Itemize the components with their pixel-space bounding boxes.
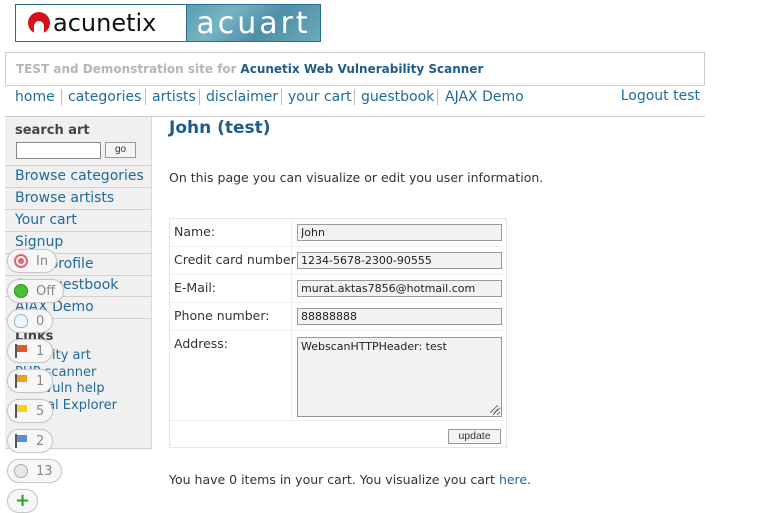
yellow-flag-icon <box>14 404 28 418</box>
update-button[interactable]: update <box>448 429 501 444</box>
badge-high[interactable]: 1 <box>7 339 54 363</box>
search-title: search art <box>15 123 90 138</box>
green-dot-icon <box>14 284 28 298</box>
bulb-icon <box>14 314 28 328</box>
logo-acuart-text: acuart <box>196 5 311 41</box>
cart-here-link[interactable]: here <box>499 472 527 487</box>
nav-separator <box>354 89 355 105</box>
tagline-bar: TEST and Demonstration site for Acunetix… <box>5 52 705 86</box>
sidebar-divider <box>5 275 151 276</box>
sidebar-divider <box>5 165 151 166</box>
form-row-phone: Phone number: <box>170 303 506 331</box>
badge-add[interactable]: + <box>7 489 39 513</box>
nav-separator <box>199 89 200 105</box>
intro-text: On this page you can visualize or edit y… <box>169 170 544 185</box>
badge-medium[interactable]: 1 <box>7 369 54 393</box>
blue-flag-icon <box>14 434 28 448</box>
tagline-prefix: TEST and Demonstration site for <box>16 62 237 76</box>
orange-flag-icon <box>14 374 28 388</box>
nav-separator <box>437 89 438 105</box>
site-logo[interactable]: acunetix acuart <box>15 4 321 42</box>
comment-icon <box>14 464 28 478</box>
nav-separator <box>145 89 146 105</box>
sidebar-item-browse-artists[interactable]: Browse artists <box>15 190 114 206</box>
badge-high-text: 1 <box>36 343 45 359</box>
cart-note-text: You have 0 items in your cart. You visua… <box>169 472 495 487</box>
email-field[interactable] <box>297 280 502 297</box>
user-info-form: Name: Credit card number: E-Mail: Phone … <box>169 218 507 448</box>
badge-info[interactable]: 0 <box>7 309 54 333</box>
sidebar-item-signup[interactable]: Signup <box>15 234 63 250</box>
logout-link[interactable]: Logout test <box>621 88 700 104</box>
phone-label: Phone number: <box>174 308 270 323</box>
cart-note: You have 0 items in your cart. You visua… <box>169 472 531 487</box>
badge-in[interactable]: In <box>7 249 58 273</box>
logo-right: acuart <box>186 5 320 41</box>
tagline-product[interactable]: Acunetix Web Vulnerability Scanner <box>240 62 483 76</box>
badge-info-text: 0 <box>36 313 45 329</box>
badge-off[interactable]: Off <box>7 279 65 303</box>
sidebar-item-browse-categories[interactable]: Browse categories <box>15 168 144 184</box>
nav-ajax-demo[interactable]: AJAX Demo <box>445 89 524 105</box>
sidebar-divider <box>5 187 151 188</box>
acunetix-logo-icon <box>28 12 50 34</box>
target-icon <box>14 254 28 268</box>
name-label: Name: <box>174 224 216 239</box>
form-row-credit-card: Credit card number: <box>170 247 506 275</box>
textarea-resize-handle[interactable] <box>490 405 498 413</box>
badge-low-text: 5 <box>36 403 45 419</box>
nav-guestbook[interactable]: guestbook <box>361 89 434 105</box>
name-field[interactable] <box>297 224 502 241</box>
sidebar-item-your-cart[interactable]: Your cart <box>15 212 77 228</box>
nav-categories[interactable]: categories <box>68 89 141 105</box>
address-field[interactable]: WebscanHTTPHeader: test <box>297 337 502 417</box>
plus-icon: + <box>15 490 31 511</box>
search-input[interactable] <box>16 142 101 159</box>
credit-card-field[interactable] <box>297 252 502 269</box>
email-label: E-Mail: <box>174 280 217 295</box>
nav-separator <box>281 89 282 105</box>
nav-disclaimer[interactable]: disclaimer <box>206 89 278 105</box>
sidebar-divider <box>5 231 151 232</box>
sidebar-divider <box>5 209 151 210</box>
phone-field[interactable] <box>297 308 502 325</box>
cart-note-suffix: . <box>527 472 532 487</box>
red-flag-icon <box>14 344 28 358</box>
badge-informational[interactable]: 2 <box>7 429 54 453</box>
badge-comments-text: 13 <box>36 463 53 479</box>
logo-left: acunetix <box>16 5 186 41</box>
nav-artists[interactable]: artists <box>152 89 196 105</box>
badge-low[interactable]: 5 <box>7 399 54 423</box>
form-row-name: Name: <box>170 219 506 247</box>
search-go-button[interactable]: go <box>105 142 136 158</box>
address-label: Address: <box>174 336 228 351</box>
top-nav: home categories artists disclaimer your … <box>5 86 705 117</box>
page-title: John (test) <box>169 118 271 138</box>
nav-home[interactable]: home <box>15 89 55 105</box>
badge-informational-text: 2 <box>36 433 45 449</box>
logo-acunetix-text: acunetix <box>53 9 157 37</box>
badge-comments[interactable]: 13 <box>7 459 62 483</box>
nav-separator <box>61 89 62 105</box>
nav-your-cart[interactable]: your cart <box>288 89 351 105</box>
credit-card-label: Credit card number: <box>174 252 300 267</box>
badge-medium-text: 1 <box>36 373 45 389</box>
form-row-email: E-Mail: <box>170 275 506 303</box>
badge-off-text: Off <box>36 283 56 299</box>
badge-in-text: In <box>36 253 49 269</box>
